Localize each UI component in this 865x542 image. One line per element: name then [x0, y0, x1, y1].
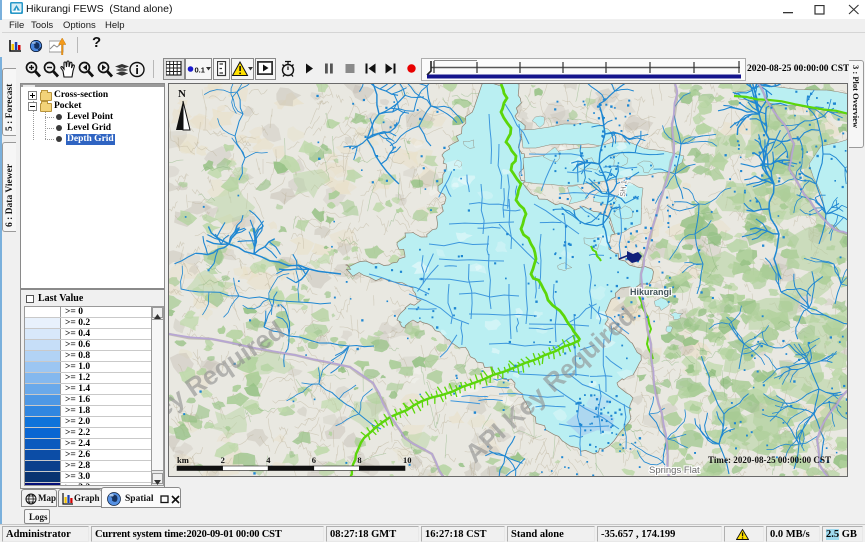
- svg-text:4: 4: [266, 455, 271, 465]
- svg-text:N: N: [178, 88, 186, 100]
- svg-text:8: 8: [357, 455, 361, 465]
- svg-text:2: 2: [221, 455, 225, 465]
- svg-text:6: 6: [312, 455, 316, 465]
- svg-text:SH 1: SH 1: [618, 180, 628, 197]
- svg-text:10: 10: [403, 455, 412, 465]
- svg-text:Springs Flat: Springs Flat: [649, 465, 700, 476]
- svg-text:Hikurangi: Hikurangi: [630, 287, 672, 297]
- svg-text:0.1: 0.1: [195, 66, 205, 75]
- svg-text:Time: 2020-08-25 00:00:00 CST: Time: 2020-08-25 00:00:00 CST: [708, 455, 831, 465]
- svg-text:km: km: [177, 455, 189, 465]
